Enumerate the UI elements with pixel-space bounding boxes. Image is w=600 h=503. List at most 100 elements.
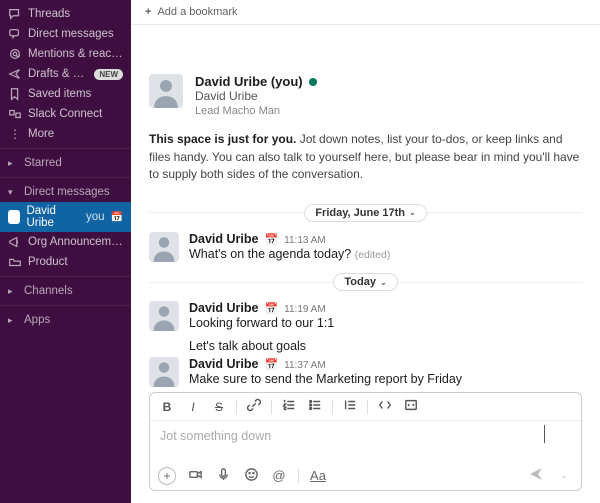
message-composer: B I S: [149, 392, 582, 491]
send-button[interactable]: [527, 466, 545, 485]
dm-icon: [8, 27, 22, 41]
bookmark-label: Add a bookmark: [157, 6, 237, 18]
plus-icon: +: [145, 6, 151, 18]
codeblock-button[interactable]: [402, 398, 420, 415]
message[interactable]: David Uribe 📅 11:13 AM What's on the age…: [149, 228, 582, 268]
nav-label: Threads: [28, 8, 123, 20]
calendar-icon: 📅: [264, 302, 278, 315]
message-author: David Uribe: [189, 301, 258, 315]
message-text: What's on the agenda today?: [189, 247, 351, 261]
avatar: [149, 357, 179, 387]
chevron-down-icon: ⌄: [380, 278, 387, 287]
presence-dot-icon: [309, 78, 317, 86]
nav-label: Mentions & reactions: [28, 48, 123, 60]
section-label: Channels: [24, 285, 73, 297]
nav-threads[interactable]: Threads: [0, 4, 131, 24]
message-scroll[interactable]: David Uribe (you) David Uribe Lead Macho…: [131, 25, 600, 392]
nav-drafts[interactable]: Drafts & sent NEW: [0, 64, 131, 84]
caret-right-icon: ▸: [8, 315, 18, 326]
message-text-continuation: Let's talk about goals: [149, 339, 582, 353]
bookmark-icon: [8, 87, 22, 101]
date-label: Today: [344, 276, 376, 288]
nav-dms[interactable]: Direct messages: [0, 24, 131, 44]
code-button[interactable]: [376, 398, 394, 415]
product-row[interactable]: Product: [0, 252, 131, 272]
date-label: Friday, June 17th: [315, 207, 405, 219]
avatar: [149, 301, 179, 331]
emoji-button[interactable]: [242, 467, 260, 485]
message[interactable]: David Uribe 📅 11:19 AM Looking forward t…: [149, 297, 582, 337]
new-badge: NEW: [94, 69, 123, 80]
message-text: Make sure to send the Marketing report b…: [189, 371, 582, 389]
message-time: 11:13 AM: [284, 235, 326, 246]
profile-name: David Uribe (you): [195, 74, 303, 89]
calendar-icon: 📅: [264, 233, 278, 246]
megaphone-icon: [8, 235, 22, 249]
at-icon: [8, 47, 22, 61]
org-announcements-row[interactable]: Org Announcements: [0, 232, 131, 252]
nav-label: Org Announcements: [28, 236, 123, 248]
caret-right-icon: ▸: [8, 158, 18, 169]
nav-label: Direct messages: [28, 28, 123, 40]
self-dm-suffix: you: [86, 211, 105, 223]
avatar-icon: [8, 210, 20, 224]
avatar: [149, 74, 183, 108]
audio-button[interactable]: [214, 467, 232, 485]
bold-button[interactable]: B: [158, 400, 176, 414]
nav-label: Saved items: [28, 88, 123, 100]
threads-icon: [8, 7, 22, 21]
section-channels[interactable]: ▸ Channels: [0, 281, 131, 301]
mention-button[interactable]: @: [270, 468, 288, 483]
attach-button[interactable]: +: [158, 467, 176, 485]
video-button[interactable]: [186, 467, 204, 485]
add-bookmark-button[interactable]: + Add a bookmark: [131, 0, 600, 25]
section-dms-header[interactable]: ▾ Direct messages: [0, 182, 131, 202]
format-toggle-button[interactable]: Aa: [309, 468, 327, 483]
message-time: 11:19 AM: [284, 304, 326, 315]
message-time: 11:37 AM: [284, 360, 326, 371]
self-dm-row[interactable]: David Uribe you 📅: [0, 202, 131, 232]
calendar-icon: 📅: [111, 212, 123, 223]
chevron-down-icon: ⌄: [409, 208, 416, 217]
nav-connect[interactable]: Slack Connect: [0, 104, 131, 124]
more-icon: ⋮: [8, 127, 22, 141]
strike-button[interactable]: S: [210, 400, 228, 414]
bullet-list-button[interactable]: [306, 398, 324, 415]
ordered-list-button[interactable]: [280, 398, 298, 415]
nav-label: Product: [28, 256, 123, 268]
send-icon: [8, 67, 22, 81]
composer-actions: + @ Aa ⌄: [150, 461, 581, 490]
nav-saved[interactable]: Saved items: [0, 84, 131, 104]
intro-text: This space is just for you. Jot down not…: [149, 131, 582, 183]
date-pill[interactable]: Today ⌄: [333, 273, 397, 291]
nav-more[interactable]: ⋮ More: [0, 124, 131, 144]
message-author: David Uribe: [189, 357, 258, 371]
profile-title: Lead Macho Man: [195, 105, 317, 117]
caret-right-icon: ▸: [8, 286, 18, 297]
message-text: Looking forward to our 1:1: [189, 315, 582, 333]
message-author: David Uribe: [189, 232, 258, 246]
section-apps[interactable]: ▸ Apps: [0, 310, 131, 330]
section-label: Starred: [24, 157, 62, 169]
message-input[interactable]: Jot something down: [150, 421, 581, 461]
send-options-button[interactable]: ⌄: [555, 470, 573, 481]
link-button[interactable]: [245, 398, 263, 415]
nav-label: Slack Connect: [28, 108, 123, 120]
section-label: Direct messages: [24, 186, 110, 198]
calendar-icon: 📅: [264, 358, 278, 371]
folder-icon: [8, 255, 22, 269]
nav-label: More: [28, 128, 123, 140]
blockquote-button[interactable]: [341, 398, 359, 415]
nav-mentions[interactable]: Mentions & reactions: [0, 44, 131, 64]
nav-label: Drafts & sent: [28, 68, 88, 80]
date-pill[interactable]: Friday, June 17th ⌄: [304, 204, 426, 222]
section-label: Apps: [24, 314, 50, 326]
self-dm-name: David Uribe: [26, 205, 80, 229]
placeholder-text: Jot something down: [160, 429, 271, 443]
italic-button[interactable]: I: [184, 400, 202, 414]
section-starred[interactable]: ▸ Starred: [0, 153, 131, 173]
text-cursor-icon: [544, 425, 545, 443]
message[interactable]: David Uribe 📅 11:37 AM Make sure to send…: [149, 353, 582, 393]
main-panel: + Add a bookmark David Uribe (you) David…: [131, 0, 600, 503]
connect-icon: [8, 107, 22, 121]
